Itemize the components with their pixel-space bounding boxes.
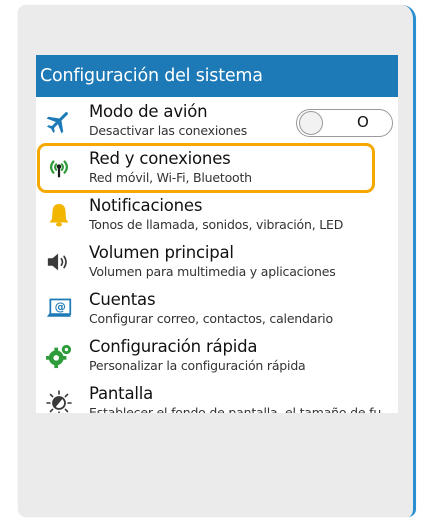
setting-title: Cuentas xyxy=(89,290,156,309)
setting-airplane-mode[interactable]: Modo de avión Desactivar las conexiones … xyxy=(36,97,398,144)
setting-title: Modo de avión xyxy=(89,102,208,121)
toggle-state-label: O xyxy=(357,113,369,131)
setting-quick-settings[interactable]: Configuración rápida Personalizar la con… xyxy=(36,332,398,379)
title-bar: Configuración del sistema xyxy=(36,55,398,97)
setting-subtitle: Red móvil, Wi-Fi, Bluetooth xyxy=(89,170,252,185)
bell-icon xyxy=(46,202,72,228)
display-icon xyxy=(46,390,72,413)
settings-screen: Configuración del sistema Modo de avión … xyxy=(36,55,398,413)
setting-subtitle: Desactivar las conexiones xyxy=(89,123,248,138)
wireless-icon xyxy=(46,155,72,181)
speaker-icon xyxy=(46,249,72,275)
setting-subtitle: Tonos de llamada, sonidos, vibración, LE… xyxy=(89,217,344,232)
toggle-knob xyxy=(299,111,323,135)
setting-subtitle: Volumen para multimedia y aplicaciones xyxy=(89,264,336,279)
setting-subtitle: Configurar correo, contactos, calendario xyxy=(89,311,333,326)
setting-networks-connections[interactable]: Red y conexiones Red móvil, Wi-Fi, Bluet… xyxy=(36,144,398,191)
setting-title: Red y conexiones xyxy=(89,149,231,168)
quick-settings-icon xyxy=(46,343,72,369)
setting-master-volume[interactable]: Volumen principal Volumen para multimedi… xyxy=(36,238,398,285)
page-title: Configuración del sistema xyxy=(40,66,263,86)
setting-display[interactable]: Pantalla Establecer el fondo de pantalla… xyxy=(36,379,398,413)
airplane-mode-toggle[interactable]: O xyxy=(296,109,393,137)
setting-title: Notificaciones xyxy=(89,196,203,215)
svg-text:@: @ xyxy=(55,301,66,314)
setting-subtitle: Personalizar la configuración rápida xyxy=(89,358,306,373)
setting-title: Volumen principal xyxy=(89,243,234,262)
setting-subtitle: Establecer el fondo de pantalla, el tama… xyxy=(89,405,382,413)
airplane-icon xyxy=(46,108,72,134)
accounts-icon: @ xyxy=(46,296,72,322)
setting-notifications[interactable]: Notificaciones Tonos de llamada, sonidos… xyxy=(36,191,398,238)
setting-title: Configuración rápida xyxy=(89,337,258,356)
setting-accounts[interactable]: @ Cuentas Configurar correo, contactos, … xyxy=(36,285,398,332)
setting-title: Pantalla xyxy=(89,384,154,403)
